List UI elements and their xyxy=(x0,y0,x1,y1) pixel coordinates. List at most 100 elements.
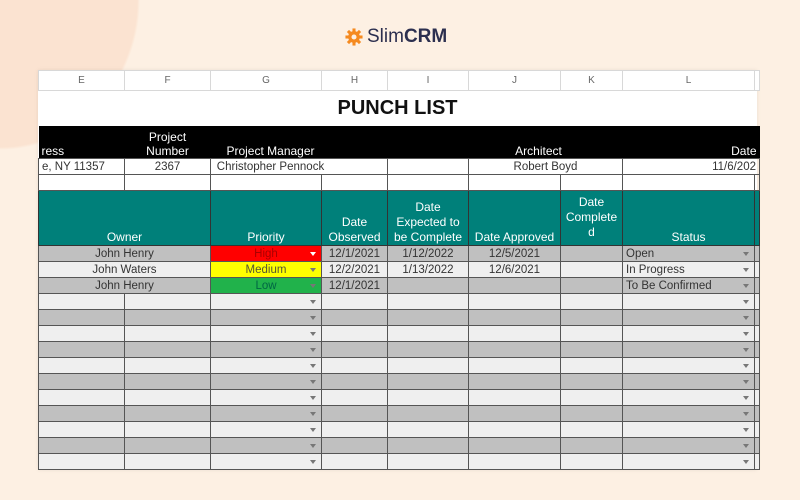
owner-cell-2[interactable] xyxy=(124,325,211,342)
owner-cell-2[interactable] xyxy=(124,293,211,310)
dropdown-arrow-icon[interactable] xyxy=(310,268,316,272)
date-observed-cell[interactable] xyxy=(321,421,388,438)
date-observed-cell[interactable]: 12/1/2021 xyxy=(321,277,388,294)
date-expected-cell[interactable] xyxy=(387,453,469,470)
dropdown-arrow-icon[interactable] xyxy=(310,396,316,400)
owner-cell[interactable]: John Waters xyxy=(38,261,211,278)
status-select[interactable] xyxy=(622,389,755,406)
date-header[interactable]: Date xyxy=(622,126,760,159)
priority-header[interactable]: Priority xyxy=(210,190,322,246)
date-observed-cell[interactable] xyxy=(321,357,388,374)
date-approved-cell[interactable] xyxy=(468,437,561,454)
owner-cell[interactable] xyxy=(38,325,125,342)
status-select[interactable] xyxy=(622,325,755,342)
owner-cell-2[interactable] xyxy=(124,341,211,358)
date-completed-header[interactable]: Date Complete d xyxy=(560,190,623,246)
date-expected-cell[interactable] xyxy=(387,357,469,374)
owner-cell[interactable] xyxy=(38,405,125,422)
dropdown-arrow-icon[interactable] xyxy=(743,444,749,448)
owner-cell-2[interactable] xyxy=(124,437,211,454)
date-observed-cell[interactable]: 12/1/2021 xyxy=(321,245,388,262)
date-approved-cell[interactable] xyxy=(468,325,561,342)
dropdown-arrow-icon[interactable] xyxy=(743,460,749,464)
dropdown-arrow-icon[interactable] xyxy=(743,316,749,320)
date-completed-cell[interactable] xyxy=(560,261,623,278)
date-completed-cell[interactable] xyxy=(560,405,623,422)
blank-cell[interactable] xyxy=(321,174,388,191)
dropdown-arrow-icon[interactable] xyxy=(743,412,749,416)
dropdown-arrow-icon[interactable] xyxy=(310,252,316,256)
dropdown-arrow-icon[interactable] xyxy=(743,428,749,432)
date-completed-cell[interactable] xyxy=(560,277,623,294)
dropdown-arrow-icon[interactable] xyxy=(743,348,749,352)
date-completed-cell[interactable] xyxy=(560,245,623,262)
date-approved-cell[interactable] xyxy=(468,309,561,326)
owner-cell-2[interactable] xyxy=(124,405,211,422)
date-expected-cell[interactable] xyxy=(387,421,469,438)
blank-cell[interactable] xyxy=(754,453,760,470)
dropdown-arrow-icon[interactable] xyxy=(743,380,749,384)
date-observed-cell[interactable] xyxy=(321,309,388,326)
owner-cell-2[interactable] xyxy=(124,421,211,438)
date-completed-cell[interactable] xyxy=(560,293,623,310)
status-select[interactable]: To Be Confirmed xyxy=(622,277,755,294)
priority-select[interactable] xyxy=(210,309,322,326)
owner-cell[interactable] xyxy=(38,453,125,470)
date-completed-cell[interactable] xyxy=(560,341,623,358)
blank-cell[interactable] xyxy=(754,421,760,438)
blank-cell[interactable] xyxy=(754,245,760,262)
project-number-header[interactable]: Project Number xyxy=(124,126,211,159)
column-header-i[interactable]: I xyxy=(387,70,469,91)
blank-cell[interactable] xyxy=(754,174,760,191)
status-select[interactable] xyxy=(622,341,755,358)
dropdown-arrow-icon[interactable] xyxy=(310,412,316,416)
date-approved-cell[interactable] xyxy=(468,277,561,294)
dropdown-arrow-icon[interactable] xyxy=(310,284,316,288)
date-approved-cell[interactable] xyxy=(468,357,561,374)
dropdown-arrow-icon[interactable] xyxy=(310,444,316,448)
status-select[interactable] xyxy=(622,373,755,390)
owner-cell-2[interactable] xyxy=(124,389,211,406)
date-expected-cell[interactable] xyxy=(387,325,469,342)
status-select[interactable] xyxy=(622,453,755,470)
date-approved-cell[interactable] xyxy=(468,421,561,438)
dropdown-arrow-icon[interactable] xyxy=(743,252,749,256)
blank-cell[interactable] xyxy=(754,437,760,454)
date-expected-cell[interactable] xyxy=(387,373,469,390)
blank-cell[interactable] xyxy=(387,158,469,175)
dropdown-arrow-icon[interactable] xyxy=(743,364,749,368)
date-observed-cell[interactable] xyxy=(321,437,388,454)
status-select[interactable] xyxy=(622,405,755,422)
architect-value[interactable]: Robert Boyd xyxy=(468,158,623,175)
priority-select[interactable] xyxy=(210,357,322,374)
status-select[interactable] xyxy=(622,309,755,326)
dropdown-arrow-icon[interactable] xyxy=(743,300,749,304)
dropdown-arrow-icon[interactable] xyxy=(743,268,749,272)
priority-select[interactable] xyxy=(210,341,322,358)
owner-cell[interactable] xyxy=(38,293,125,310)
blank-cell[interactable] xyxy=(754,309,760,326)
date-expected-header[interactable]: Date Expected to be Complete xyxy=(387,190,469,246)
blank-cell[interactable] xyxy=(754,405,760,422)
blank-cell[interactable] xyxy=(754,373,760,390)
date-approved-cell[interactable] xyxy=(468,293,561,310)
blank-cell[interactable] xyxy=(754,293,760,310)
blank-cell[interactable] xyxy=(124,174,211,191)
priority-select[interactable]: Medium xyxy=(210,261,322,278)
blank-cell[interactable] xyxy=(387,174,469,191)
dropdown-arrow-icon[interactable] xyxy=(743,396,749,400)
architect-header[interactable]: Architect xyxy=(387,126,623,159)
column-header-g[interactable]: G xyxy=(210,70,322,91)
priority-select[interactable]: High xyxy=(210,245,322,262)
date-completed-cell[interactable] xyxy=(560,373,623,390)
priority-select[interactable] xyxy=(210,453,322,470)
owner-cell-2[interactable] xyxy=(124,373,211,390)
date-approved-cell[interactable]: 12/6/2021 xyxy=(468,261,561,278)
owner-cell-2[interactable] xyxy=(124,357,211,374)
column-header-f[interactable]: F xyxy=(124,70,211,91)
date-approved-cell[interactable] xyxy=(468,453,561,470)
dropdown-arrow-icon[interactable] xyxy=(310,428,316,432)
blank-cell[interactable] xyxy=(468,174,561,191)
date-expected-cell[interactable] xyxy=(387,309,469,326)
dropdown-arrow-icon[interactable] xyxy=(310,316,316,320)
